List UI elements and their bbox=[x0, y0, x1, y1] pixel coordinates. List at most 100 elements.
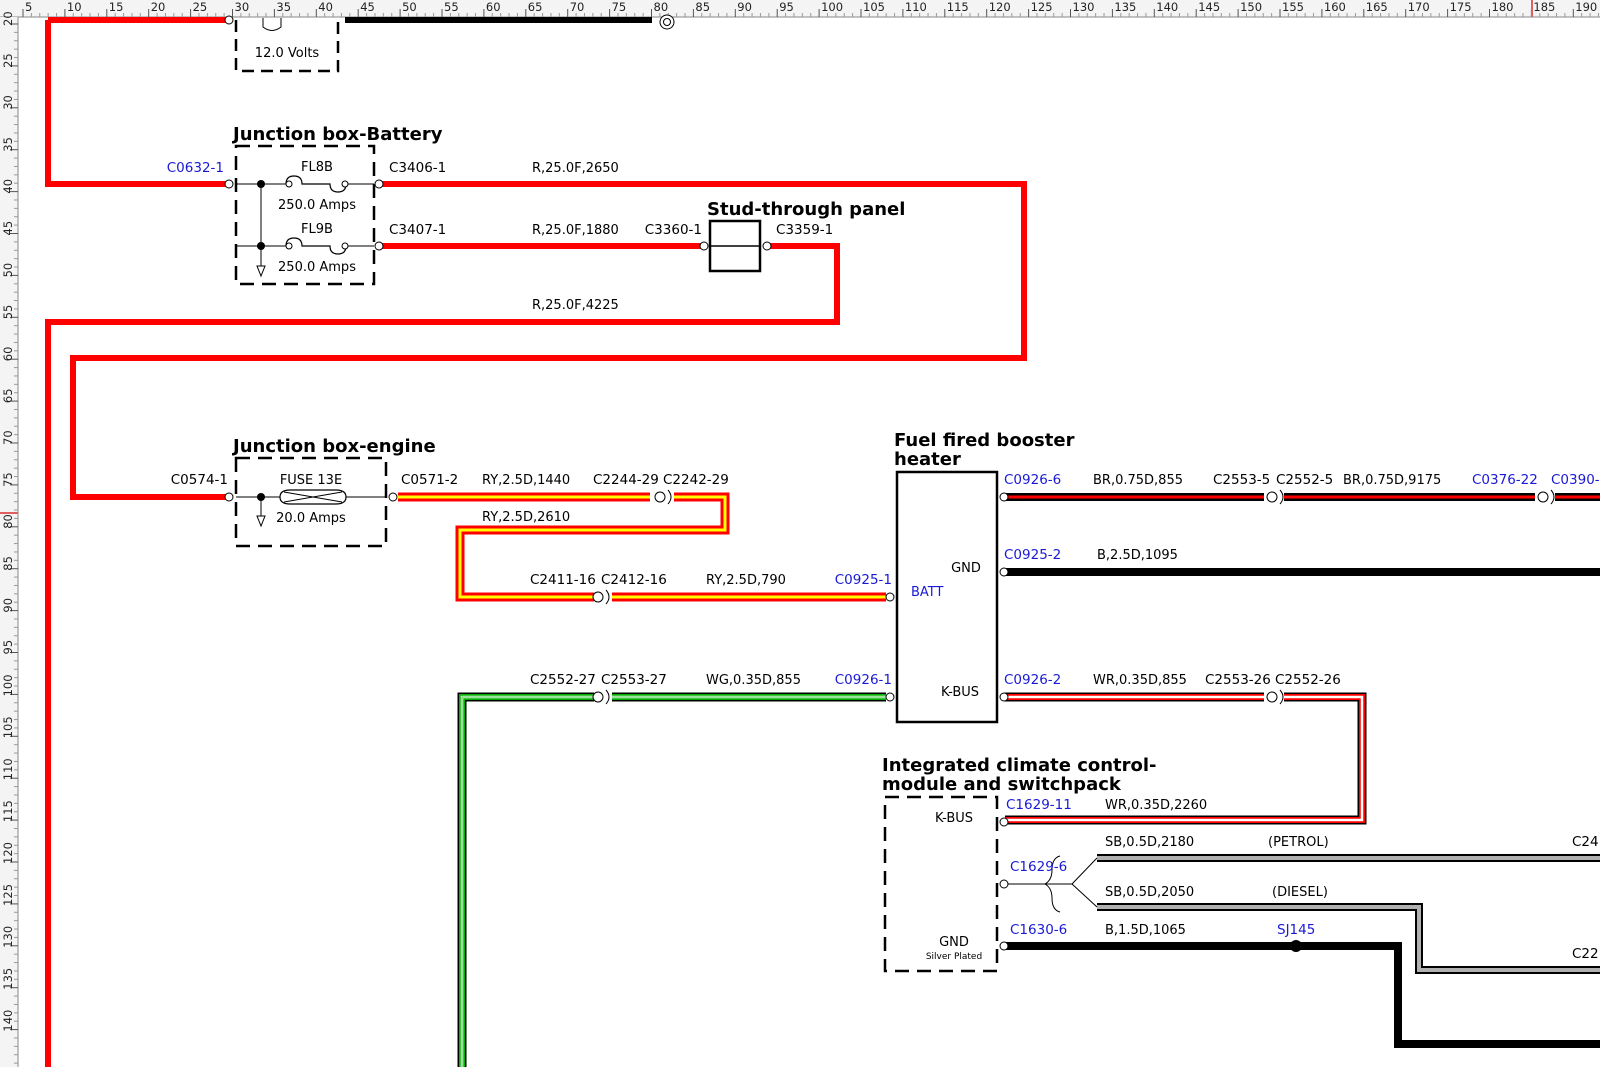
fuse-fl8b-label: FL8B bbox=[301, 160, 333, 175]
ruler-label: 85 bbox=[695, 0, 710, 14]
climate-pin-gnd: GND bbox=[939, 935, 969, 950]
wire-label-1440: RY,2.5D,1440 bbox=[482, 473, 570, 488]
splice-sj145 bbox=[1290, 940, 1302, 952]
ruler-label: 185 bbox=[1533, 0, 1555, 14]
conn-sj145: SJ145 bbox=[1277, 922, 1315, 938]
wire-gnd-1065 bbox=[1005, 942, 1600, 1048]
conn-c0926-1: C0926-1 bbox=[835, 672, 892, 688]
conn-c1629-6: C1629-6 bbox=[1010, 859, 1067, 875]
ruler-marker-left bbox=[0, 512, 18, 514]
conn-c2553-26: C2553-26 bbox=[1205, 672, 1271, 688]
conn-c2553-5: C2553-5 bbox=[1213, 472, 1270, 488]
fuse-fl8b-rating: 250.0 Amps bbox=[278, 198, 356, 213]
conn-c3406: C3406-1 bbox=[389, 160, 446, 176]
conn-c2552-26: C2552-26 bbox=[1275, 672, 1341, 688]
conn-c2242: C2242-29 bbox=[663, 472, 729, 488]
ruler-label: 50 bbox=[1, 263, 15, 278]
ruler-label: 35 bbox=[276, 0, 291, 14]
ruler-label: 35 bbox=[1, 137, 15, 152]
conn-c3359: C3359-1 bbox=[776, 222, 833, 238]
conn-c3407: C3407-1 bbox=[389, 222, 446, 238]
ruler-label: 65 bbox=[528, 0, 543, 14]
ruler-label: 75 bbox=[1, 472, 15, 487]
heater-pin-batt: BATT bbox=[911, 585, 944, 600]
ruler-label: 105 bbox=[1, 716, 15, 738]
junction-box-engine: Junction box-engine FUSE 13E 20.0 Amps bbox=[224, 436, 436, 548]
fuse-fl9b-label: FL9B bbox=[301, 222, 333, 237]
ground-arrow-icon bbox=[256, 265, 266, 278]
wire-label-2180: SB,0.5D,2180 bbox=[1105, 835, 1194, 850]
ruler-label: 60 bbox=[1, 347, 15, 362]
ruler-label: 145 bbox=[1198, 0, 1220, 14]
ruler-label: 100 bbox=[821, 0, 843, 14]
ruler-label: 70 bbox=[570, 0, 585, 14]
climate-pin-gnd-sub: Silver Plated bbox=[926, 952, 982, 962]
battery-volts: 12.0 Volts bbox=[255, 46, 320, 61]
climate-title-2: module and switchpack bbox=[882, 774, 1122, 795]
ruler-label: 5 bbox=[25, 0, 32, 14]
conn-c0632: C0632-1 bbox=[167, 160, 224, 176]
ruler-label: 190 bbox=[1575, 0, 1597, 14]
conn-c0574: C0574-1 bbox=[171, 472, 228, 488]
ruler-label: 120 bbox=[989, 0, 1011, 14]
conn-c0925-1: C0925-1 bbox=[835, 572, 892, 588]
wire-label-855wg: WG,0.35D,855 bbox=[706, 673, 801, 688]
wire-label-855wr: WR,0.35D,855 bbox=[1093, 673, 1187, 688]
ruler-label: 140 bbox=[1156, 0, 1178, 14]
conn-c24: C24 bbox=[1572, 834, 1599, 850]
ruler-label: 100 bbox=[1, 674, 15, 696]
fuse-fl8b-icon bbox=[285, 175, 347, 193]
conn-c2412: C2412-16 bbox=[601, 572, 667, 588]
jb-engine-title: Junction box-engine bbox=[231, 436, 436, 457]
ruler-label: 95 bbox=[779, 0, 794, 14]
top-ruler: 5 10 15 20 25 30 35 40 45 50 55 60 65 70 75 80 85 90 95 100… bbox=[0, 0, 1600, 18]
ruler-label: 105 bbox=[863, 0, 885, 14]
left-ruler: 20 25 30 35 40 45 50 55 60 65 70 75 80 85 90 95 100 105 11… bbox=[0, 11, 19, 1067]
wire-label-diesel: (DIESEL) bbox=[1272, 885, 1328, 900]
ruler-label: 155 bbox=[1282, 0, 1304, 14]
ruler-label: 95 bbox=[1, 640, 15, 655]
red-power-wires bbox=[45, 17, 1027, 1067]
wire-label-9175: BR,0.75D,9175 bbox=[1343, 473, 1441, 488]
stud-panel-title: Stud-through panel bbox=[707, 199, 905, 220]
ruler-label: 75 bbox=[612, 0, 627, 14]
fuse-fl9b-rating: 250.0 Amps bbox=[278, 260, 356, 275]
heater-title-2: heater bbox=[894, 449, 961, 470]
conn-c2411: C2411-16 bbox=[530, 572, 596, 588]
conn-c0926-6: C0926-6 bbox=[1004, 472, 1061, 488]
ruler-label: 175 bbox=[1450, 0, 1472, 14]
ruler-label: 55 bbox=[444, 0, 459, 14]
ruler-label: 10 bbox=[67, 0, 82, 14]
ruler-label: 80 bbox=[654, 0, 669, 14]
wg-wire bbox=[457, 692, 886, 1067]
ruler-label: 115 bbox=[1, 800, 15, 822]
heater-title-1: Fuel fired booster bbox=[894, 430, 1075, 451]
ruler-label: 115 bbox=[947, 0, 969, 14]
ruler-label: 110 bbox=[905, 0, 927, 14]
junction-box-battery: Junction box-Battery FL8B 250.0 Amps FL9… bbox=[224, 124, 443, 286]
wire-label-petrol: (PETROL) bbox=[1268, 835, 1329, 850]
conn-c1630-6: C1630-6 bbox=[1010, 922, 1067, 938]
ruler-label: 40 bbox=[1, 179, 15, 194]
heater-pin-gnd: GND bbox=[951, 561, 981, 576]
wire-4225 bbox=[45, 243, 840, 1067]
conn-c2244: C2244-29 bbox=[593, 472, 659, 488]
ruler-label: 65 bbox=[1, 388, 15, 403]
ruler-label: 170 bbox=[1408, 0, 1430, 14]
ruler-label: 50 bbox=[402, 0, 417, 14]
wire-label-2610: RY,2.5D,2610 bbox=[482, 510, 570, 525]
wiring-diagram: 5 10 15 20 25 30 35 40 45 50 55 60 65 70 75 80 85 90 95 100… bbox=[0, 0, 1600, 1067]
conn-c3360: C3360-1 bbox=[645, 222, 702, 238]
ruler-label: 45 bbox=[360, 0, 375, 14]
ruler-label: 30 bbox=[1, 95, 15, 110]
ruler-label: 110 bbox=[1, 758, 15, 780]
conn-c1629-11: C1629-11 bbox=[1006, 797, 1072, 813]
fuse-fl9b-icon bbox=[285, 237, 347, 255]
ruler-label: 180 bbox=[1492, 0, 1514, 14]
ruler-label: 30 bbox=[235, 0, 250, 14]
ground-arrow-icon-2 bbox=[256, 515, 266, 528]
ruler-label: 140 bbox=[1, 1010, 15, 1032]
ruler-label: 70 bbox=[1, 430, 15, 445]
ruler-label: 25 bbox=[1, 53, 15, 68]
ruler-label: 15 bbox=[109, 0, 124, 14]
